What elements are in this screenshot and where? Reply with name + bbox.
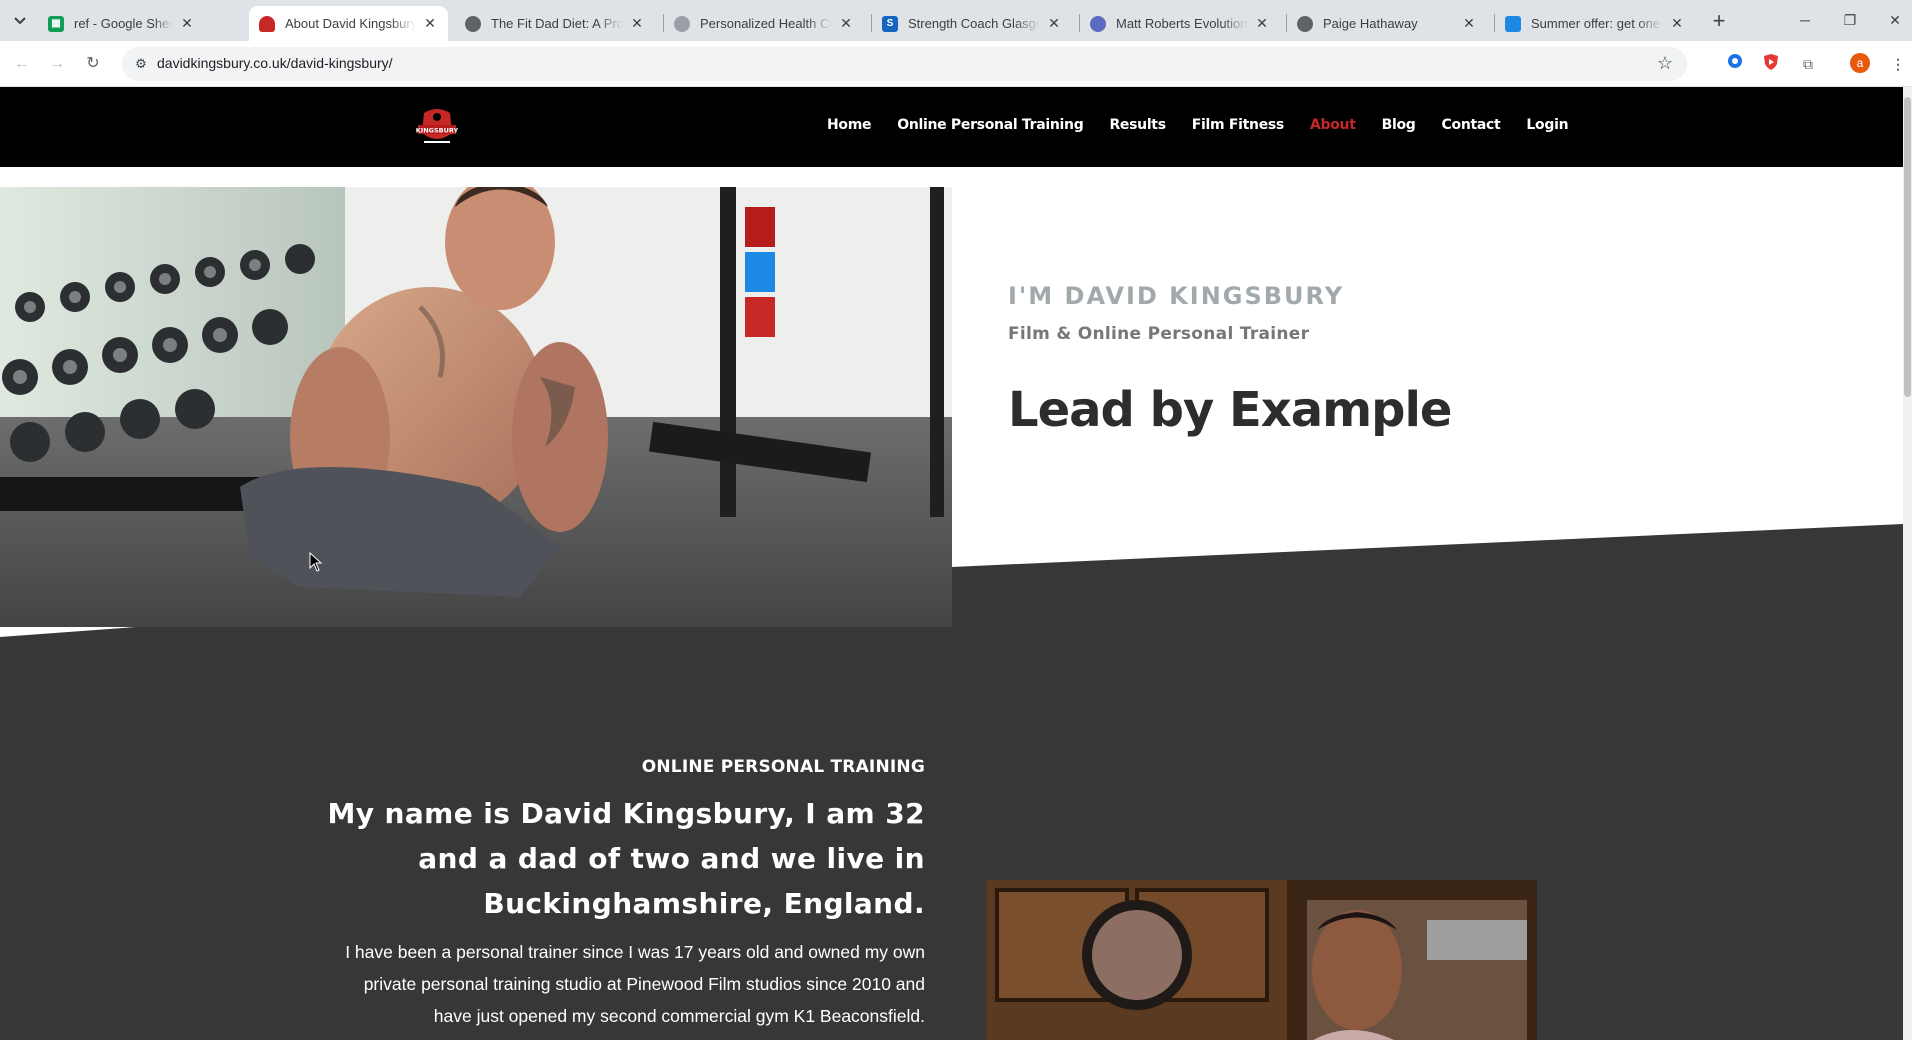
close-window-icon[interactable]: ✕ [1875,6,1912,34]
site-favicon-icon [674,15,690,32]
body-line: I have been a personal trainer since I w… [345,942,925,962]
new-tab-plus-icon[interactable]: + [1705,8,1733,36]
tab-fit-dad-diet[interactable]: The Fit Dad Diet: A Proven ✕ [455,6,655,41]
close-icon[interactable]: ✕ [1254,15,1270,32]
back-arrow-icon[interactable]: ← [9,51,35,77]
browser-toolbar: ← → ↻ ⚙ davidkingsbury.co.uk/david-kings… [0,41,1912,87]
reload-icon[interactable]: ↻ [80,51,106,77]
nav-login[interactable]: Login [1526,117,1568,133]
tab-title: Paige Hathaway [1323,16,1418,31]
scrollbar-thumb[interactable] [1904,97,1911,397]
profile-avatar[interactable]: a [1850,53,1872,75]
tab-strength-coach-glasgow[interactable]: S Strength Coach Glasgow ✕ [872,6,1072,41]
nav-about[interactable]: About [1310,117,1356,133]
site-favicon-icon [1090,15,1106,32]
kitchen-photo [987,880,1537,1040]
kingsbury-logo[interactable]: KINGSBURY [416,105,459,149]
body-line: have just opened my second commercial gy… [433,1006,925,1026]
mouse-cursor-icon [309,552,323,572]
heading-line: Buckinghamshire, England. [483,887,925,920]
page-scrollbar[interactable] [1903,87,1912,1040]
about-intro-block: ONLINE PERSONAL TRAINING My name is Davi… [305,757,925,1032]
tab-matt-roberts[interactable]: Matt Roberts Evolution | ✕ [1080,6,1280,41]
url-text[interactable]: davidkingsbury.co.uk/david-kingsbury/ [157,55,393,71]
tab-search-icon[interactable] [8,9,32,33]
nav-online-personal-training[interactable]: Online Personal Training [897,117,1084,133]
close-icon[interactable]: ✕ [1046,15,1062,32]
hero-kicker: I'M DAVID KINGSBURY [1008,282,1345,310]
kingsbury-favicon-icon [259,15,275,32]
tab-paige-hathaway[interactable]: Paige Hathaway ✕ [1287,6,1487,41]
tab-google-sheets[interactable]: ▦ ref - Google Sheets ✕ [38,6,205,41]
close-icon[interactable]: ✕ [422,15,438,32]
hero-text-block: I'M DAVID KINGSBURY Film & Online Person… [1008,282,1452,438]
tab-about-david-kingsbury[interactable]: About David Kingsbury | Online Personal … [249,6,448,41]
body-line: private personal training studio at Pine… [363,974,925,994]
hero-subtitle: Film & Online Personal Trainer [1008,324,1310,344]
forward-arrow-icon[interactable]: → [44,51,70,77]
bookmark-star-icon[interactable]: ☆ [1657,53,1673,74]
extensions-puzzle-icon[interactable]: ⧉ [1797,53,1819,75]
nav-blog[interactable]: Blog [1382,117,1416,133]
tab-title: ref - Google Sheets [74,16,173,31]
nav-results[interactable]: Results [1109,117,1166,133]
tab-title: Strength Coach Glasgow [908,16,1040,31]
close-icon[interactable]: ✕ [1669,15,1685,32]
heading-line: and a dad of two and we live in [418,842,925,875]
site-info-icon[interactable]: ⚙ [132,55,150,73]
section-kicker: ONLINE PERSONAL TRAINING [641,757,925,777]
tab-title: About David Kingsbury | Online Personal … [285,16,416,31]
globe-icon [465,15,481,32]
tab-personalized-health-coaching[interactable]: Personalized Health Coaching ✕ [664,6,864,41]
close-icon[interactable]: ✕ [629,15,645,32]
about-heading: My name is David Kingsbury, I am 32 and … [305,791,925,926]
close-icon[interactable]: ✕ [838,15,854,32]
tab-summer-offer[interactable]: Summer offer: get one month ✕ [1495,6,1695,41]
more-menu-icon[interactable]: ⋮ [1887,53,1909,75]
hero-headline: Lead by Example [1008,382,1452,438]
squarespace-s-icon: S [882,15,898,32]
google-sheets-icon: ▦ [48,15,64,32]
tab-title: Summer offer: get one month [1531,16,1663,31]
tab-strip: ▦ ref - Google Sheets ✕ About David King… [0,0,1912,41]
page-viewport: KINGSBURY Home Online Personal Training … [0,87,1912,1040]
minimize-icon[interactable]: ─ [1785,6,1825,34]
close-icon[interactable]: ✕ [179,15,195,32]
about-body-text: I have been a personal trainer since I w… [305,936,925,1032]
site-favicon-icon [1505,15,1521,32]
nav-contact[interactable]: Contact [1442,117,1501,133]
close-icon[interactable]: ✕ [1461,15,1477,32]
globe-icon [1297,15,1313,32]
hero-photo-gym [0,187,952,627]
restore-icon[interactable]: ❐ [1830,6,1870,34]
site-header: KINGSBURY Home Online Personal Training … [0,87,1903,167]
extension-icon[interactable] [1724,53,1746,75]
main-navigation: Home Online Personal Training Results Fi… [827,117,1594,133]
heading-line: My name is David Kingsbury, I am 32 [327,797,925,830]
tab-title: Personalized Health Coaching [700,16,832,31]
nav-film-fitness[interactable]: Film Fitness [1192,117,1285,133]
svg-text:KINGSBURY: KINGSBURY [416,127,458,135]
shield-extension-icon[interactable] [1760,53,1782,75]
address-bar[interactable]: ⚙ davidkingsbury.co.uk/david-kingsbury/ … [122,47,1687,81]
tab-title: Matt Roberts Evolution | [1116,16,1248,31]
nav-home[interactable]: Home [827,117,872,133]
tab-title: The Fit Dad Diet: A Proven [491,16,623,31]
